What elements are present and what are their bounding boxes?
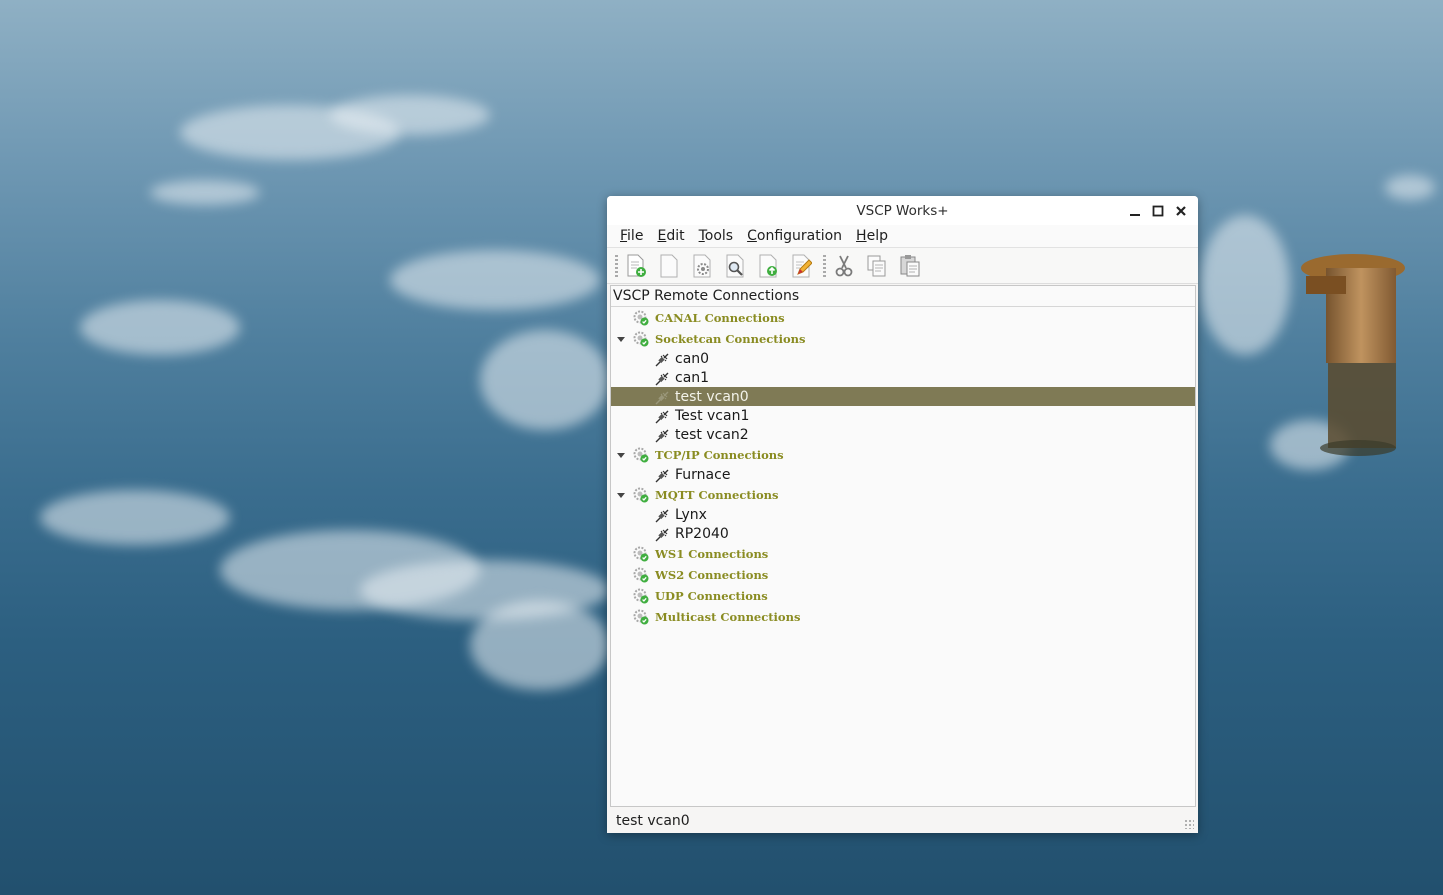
category-label: Socketcan Connections [655, 331, 806, 346]
title-bar[interactable]: VSCP Works+ [607, 196, 1198, 225]
connection-label: RP2040 [675, 525, 729, 542]
connection-label: can1 [675, 369, 710, 386]
cut-icon[interactable] [831, 253, 857, 279]
menu-help[interactable]: Help [849, 228, 895, 244]
plug-icon [655, 508, 669, 522]
paste-icon[interactable] [897, 253, 923, 279]
close-icon[interactable] [1170, 196, 1192, 225]
expand-arrow-icon[interactable] [617, 491, 625, 499]
menu-file[interactable]: File [613, 228, 650, 244]
connection-label: Lynx [675, 506, 707, 523]
connection-label: can0 [675, 350, 710, 367]
category-label: UDP Connections [655, 588, 768, 603]
resize-grip-icon[interactable] [1184, 819, 1194, 829]
category-canal[interactable]: CANAL Connections [611, 307, 1195, 328]
plug-icon [655, 428, 669, 442]
connection-group-icon [633, 567, 649, 583]
category-label: MQTT Connections [655, 487, 779, 502]
plug-icon [655, 527, 669, 541]
blank-document-icon[interactable] [656, 253, 682, 279]
upload-document-icon[interactable] [755, 253, 781, 279]
new-connection-icon[interactable] [623, 253, 649, 279]
connection-label: test vcan0 [675, 388, 749, 405]
menu-tools[interactable]: Tools [692, 228, 741, 244]
toolbar-grip[interactable] [615, 254, 618, 277]
maximize-icon[interactable] [1147, 196, 1169, 225]
connections-panel: VSCP Remote Connections CANAL Connection… [610, 285, 1196, 807]
connection-item-test-vcan1[interactable]: Test vcan1 [611, 406, 1195, 425]
connection-group-icon [633, 609, 649, 625]
category-ws1[interactable]: WS1 Connections [611, 543, 1195, 564]
minimize-icon[interactable] [1124, 196, 1146, 225]
plug-icon [655, 352, 669, 366]
expand-arrow-icon[interactable] [617, 451, 625, 459]
plug-icon [655, 409, 669, 423]
copy-icon[interactable] [864, 253, 890, 279]
category-udp[interactable]: UDP Connections [611, 585, 1195, 606]
toolbar [607, 248, 1198, 284]
edit-document-icon[interactable] [788, 253, 814, 279]
category-multicast[interactable]: Multicast Connections [611, 606, 1195, 627]
connection-label: Furnace [675, 466, 731, 483]
category-label: CANAL Connections [655, 310, 785, 325]
connection-item-test-vcan0[interactable]: test vcan0 [611, 387, 1195, 406]
menu-bar: File Edit Tools Configuration Help [607, 225, 1198, 248]
rusty-post-image [1301, 254, 1405, 456]
expand-arrow-icon[interactable] [617, 335, 625, 343]
menu-configuration[interactable]: Configuration [740, 228, 849, 244]
category-mqtt[interactable]: MQTT Connections [611, 484, 1195, 505]
category-ws2[interactable]: WS2 Connections [611, 564, 1195, 585]
toolbar-separator [823, 254, 826, 277]
connection-group-icon [633, 588, 649, 604]
category-label: TCP/IP Connections [655, 447, 784, 462]
connection-item-lynx[interactable]: Lynx [611, 505, 1195, 524]
plug-icon [655, 371, 669, 385]
plug-icon [655, 468, 669, 482]
status-bar: test vcan0 [607, 808, 1198, 833]
category-label: Multicast Connections [655, 609, 801, 624]
category-label: WS1 Connections [655, 546, 769, 561]
menu-edit[interactable]: Edit [650, 228, 691, 244]
window-title: VSCP Works+ [856, 202, 949, 219]
connection-item-furnace[interactable]: Furnace [611, 465, 1195, 484]
connection-group-icon [633, 487, 649, 503]
settings-document-icon[interactable] [689, 253, 715, 279]
connection-item-can0[interactable]: can0 [611, 349, 1195, 368]
main-window: VSCP Works+ File Edit Tools Configuratio… [607, 196, 1198, 833]
status-text: test vcan0 [616, 812, 690, 829]
connection-item-can1[interactable]: can1 [611, 368, 1195, 387]
panel-header: VSCP Remote Connections [611, 286, 1195, 307]
connection-item-rp2040[interactable]: RP2040 [611, 524, 1195, 543]
connection-group-icon [633, 331, 649, 347]
category-tcpip[interactable]: TCP/IP Connections [611, 444, 1195, 465]
connection-group-icon [633, 310, 649, 326]
connection-group-icon [633, 546, 649, 562]
plug-icon [655, 390, 669, 404]
connection-label: test vcan2 [675, 426, 749, 443]
category-socketcan[interactable]: Socketcan Connections [611, 328, 1195, 349]
connection-label: Test vcan1 [675, 407, 750, 424]
connection-group-icon [633, 447, 649, 463]
search-document-icon[interactable] [722, 253, 748, 279]
category-label: WS2 Connections [655, 567, 769, 582]
connection-tree[interactable]: CANAL Connections Socketcan Connections … [611, 307, 1195, 627]
connection-item-test-vcan2[interactable]: test vcan2 [611, 425, 1195, 444]
